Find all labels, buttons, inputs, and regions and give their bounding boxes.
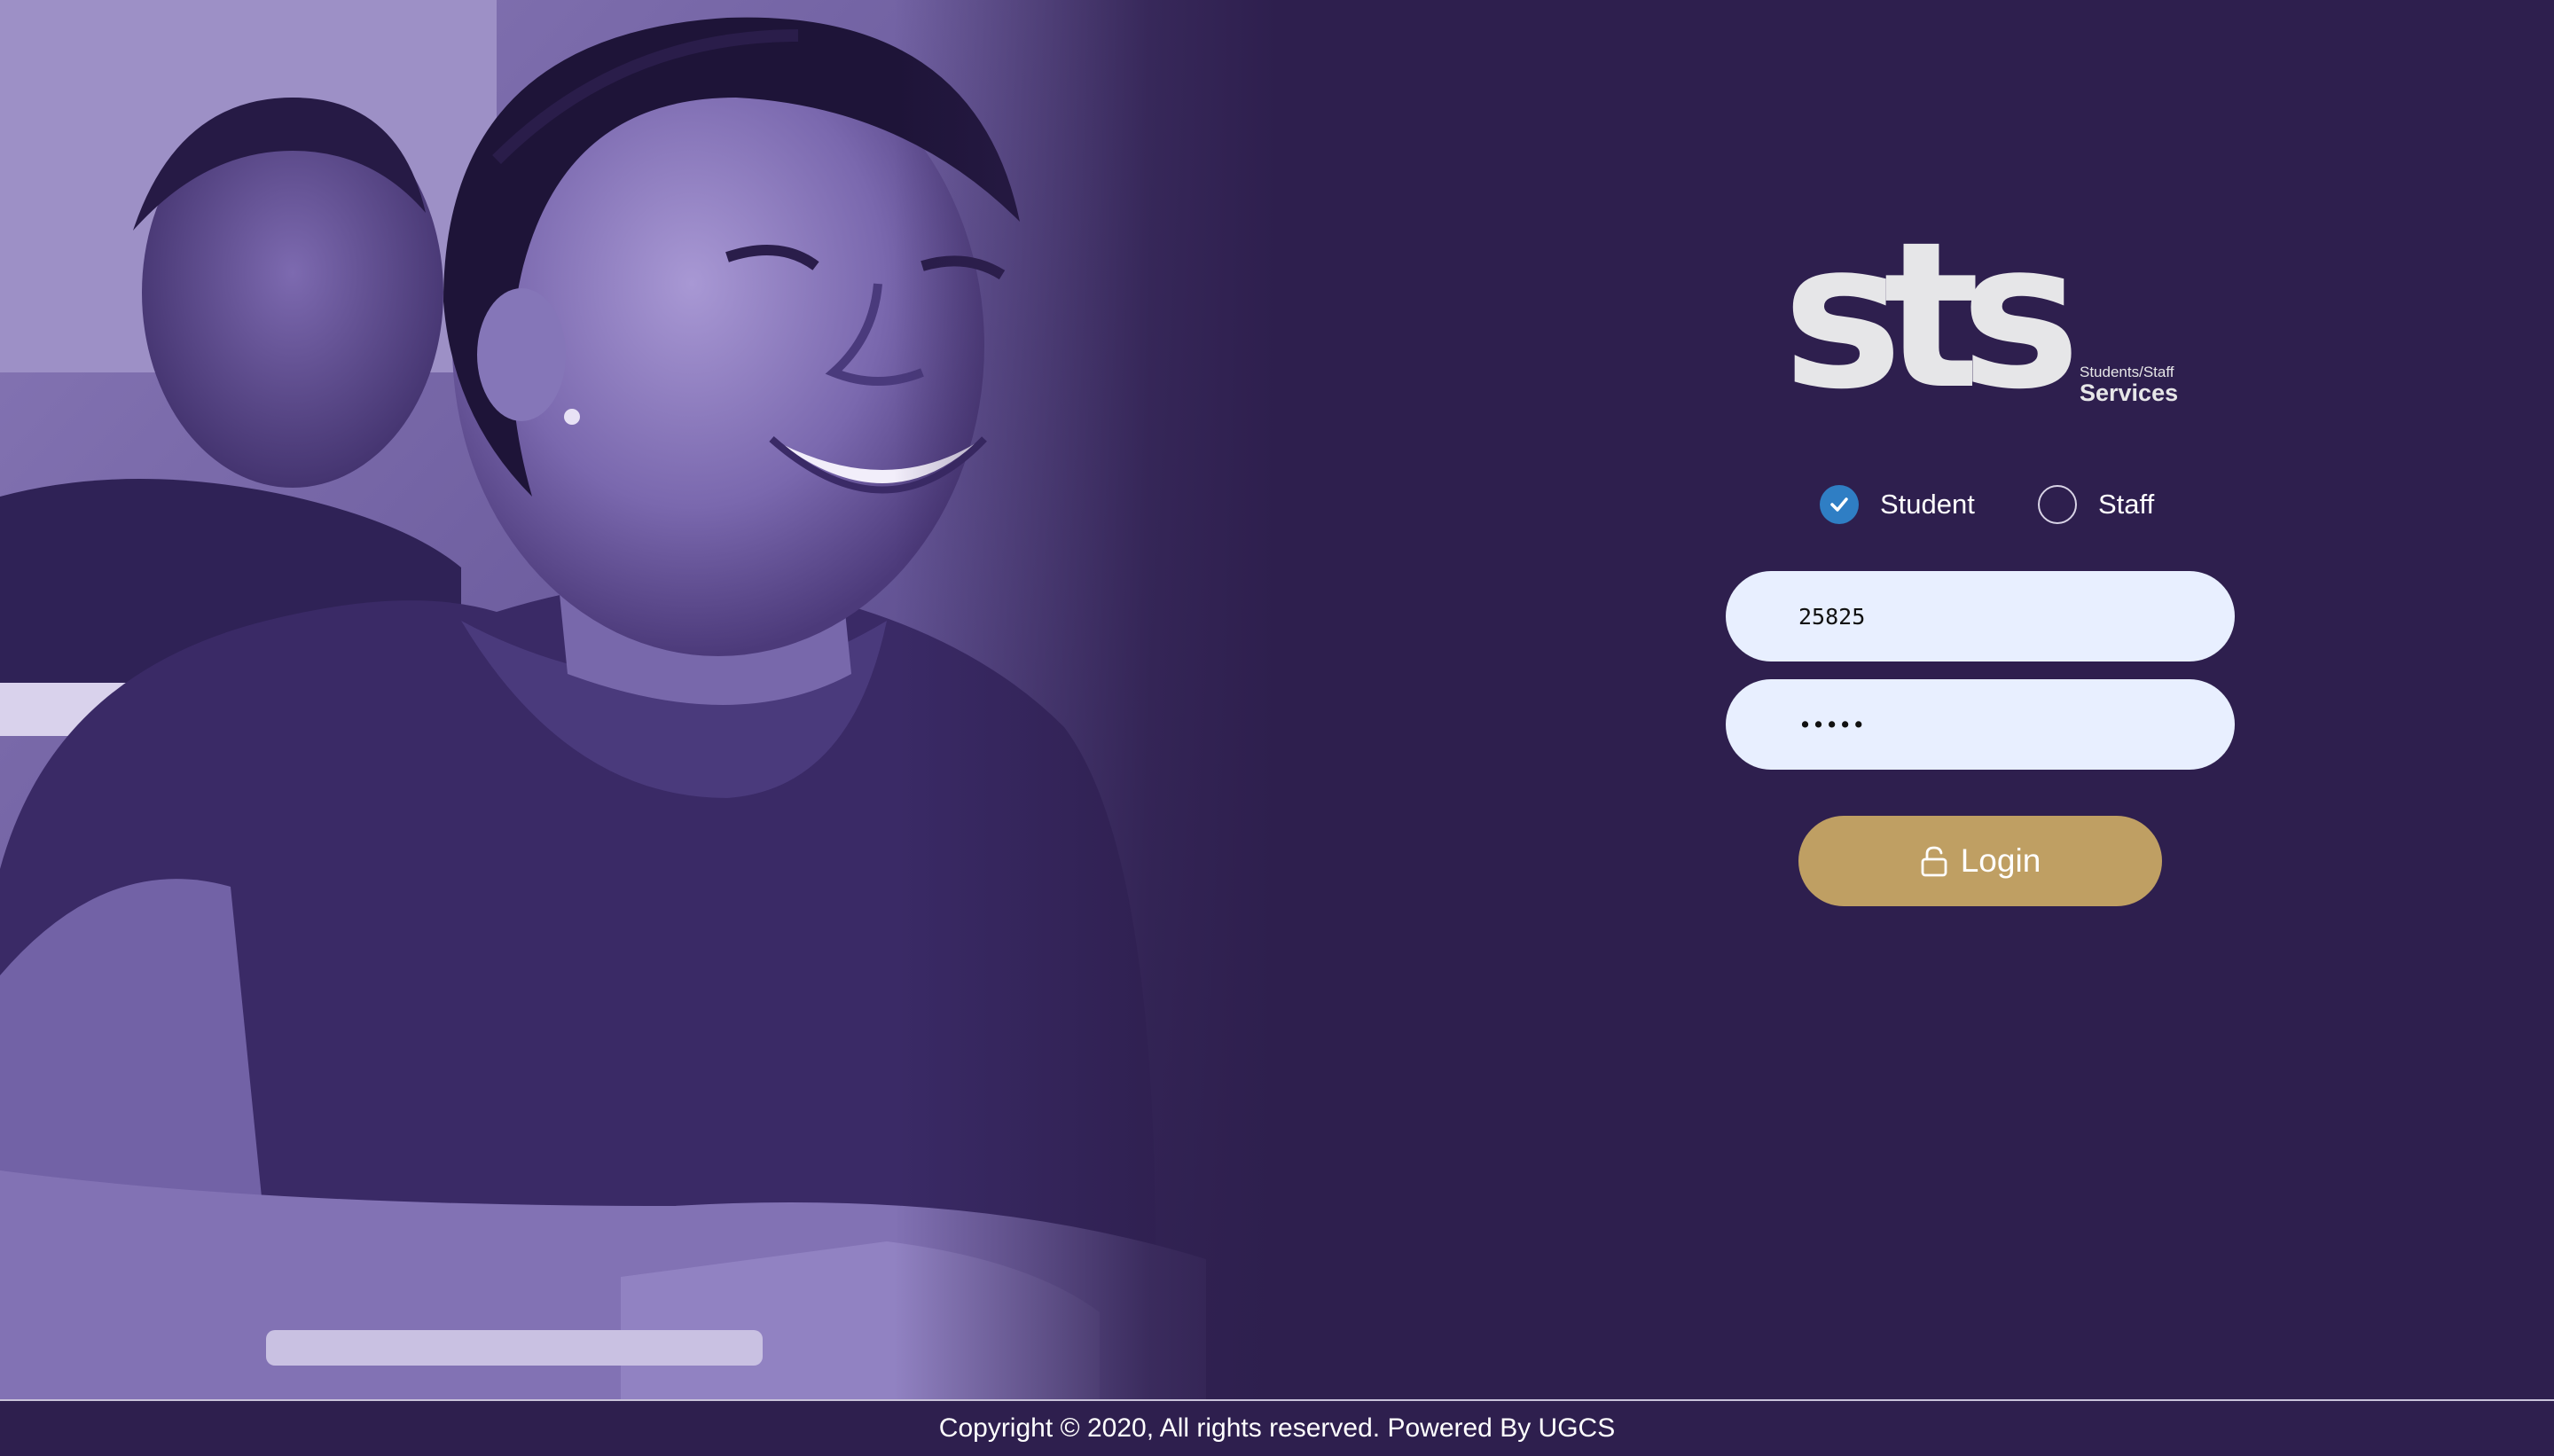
password-input[interactable]: [1726, 679, 2235, 770]
lock-icon: [1921, 846, 1947, 877]
sts-logo: sts Students/Staff Services: [1782, 215, 2182, 417]
radio-checked-indicator[interactable]: [1820, 485, 1859, 524]
logo-tagline: Students/Staff: [2080, 364, 2174, 380]
logo-wordmark: sts: [1782, 198, 2080, 434]
login-button[interactable]: Login: [1798, 816, 2162, 906]
radio-staff-label: Staff: [2098, 489, 2155, 520]
username-input[interactable]: [1726, 571, 2235, 661]
hero-fade-overlay: [0, 0, 1277, 1399]
radio-student-label: Student: [1880, 489, 1975, 520]
footer: Copyright © 2020, All rights reserved. P…: [0, 1401, 2554, 1456]
radio-unchecked-indicator[interactable]: [2038, 485, 2077, 524]
check-icon: [1830, 497, 1848, 512]
radio-student[interactable]: Student: [1820, 483, 1975, 526]
copyright-text: Copyright © 2020, All rights reserved. P…: [938, 1413, 1616, 1443]
hero-photo: [0, 0, 1277, 1399]
radio-staff[interactable]: Staff: [2038, 483, 2154, 526]
login-page: sts Students/Staff Services Student Staf…: [0, 0, 2554, 1399]
role-selector: Student Staff: [1820, 483, 2281, 526]
login-button-label: Login: [1960, 842, 2041, 879]
logo-subtitle: Services: [2080, 380, 2179, 406]
